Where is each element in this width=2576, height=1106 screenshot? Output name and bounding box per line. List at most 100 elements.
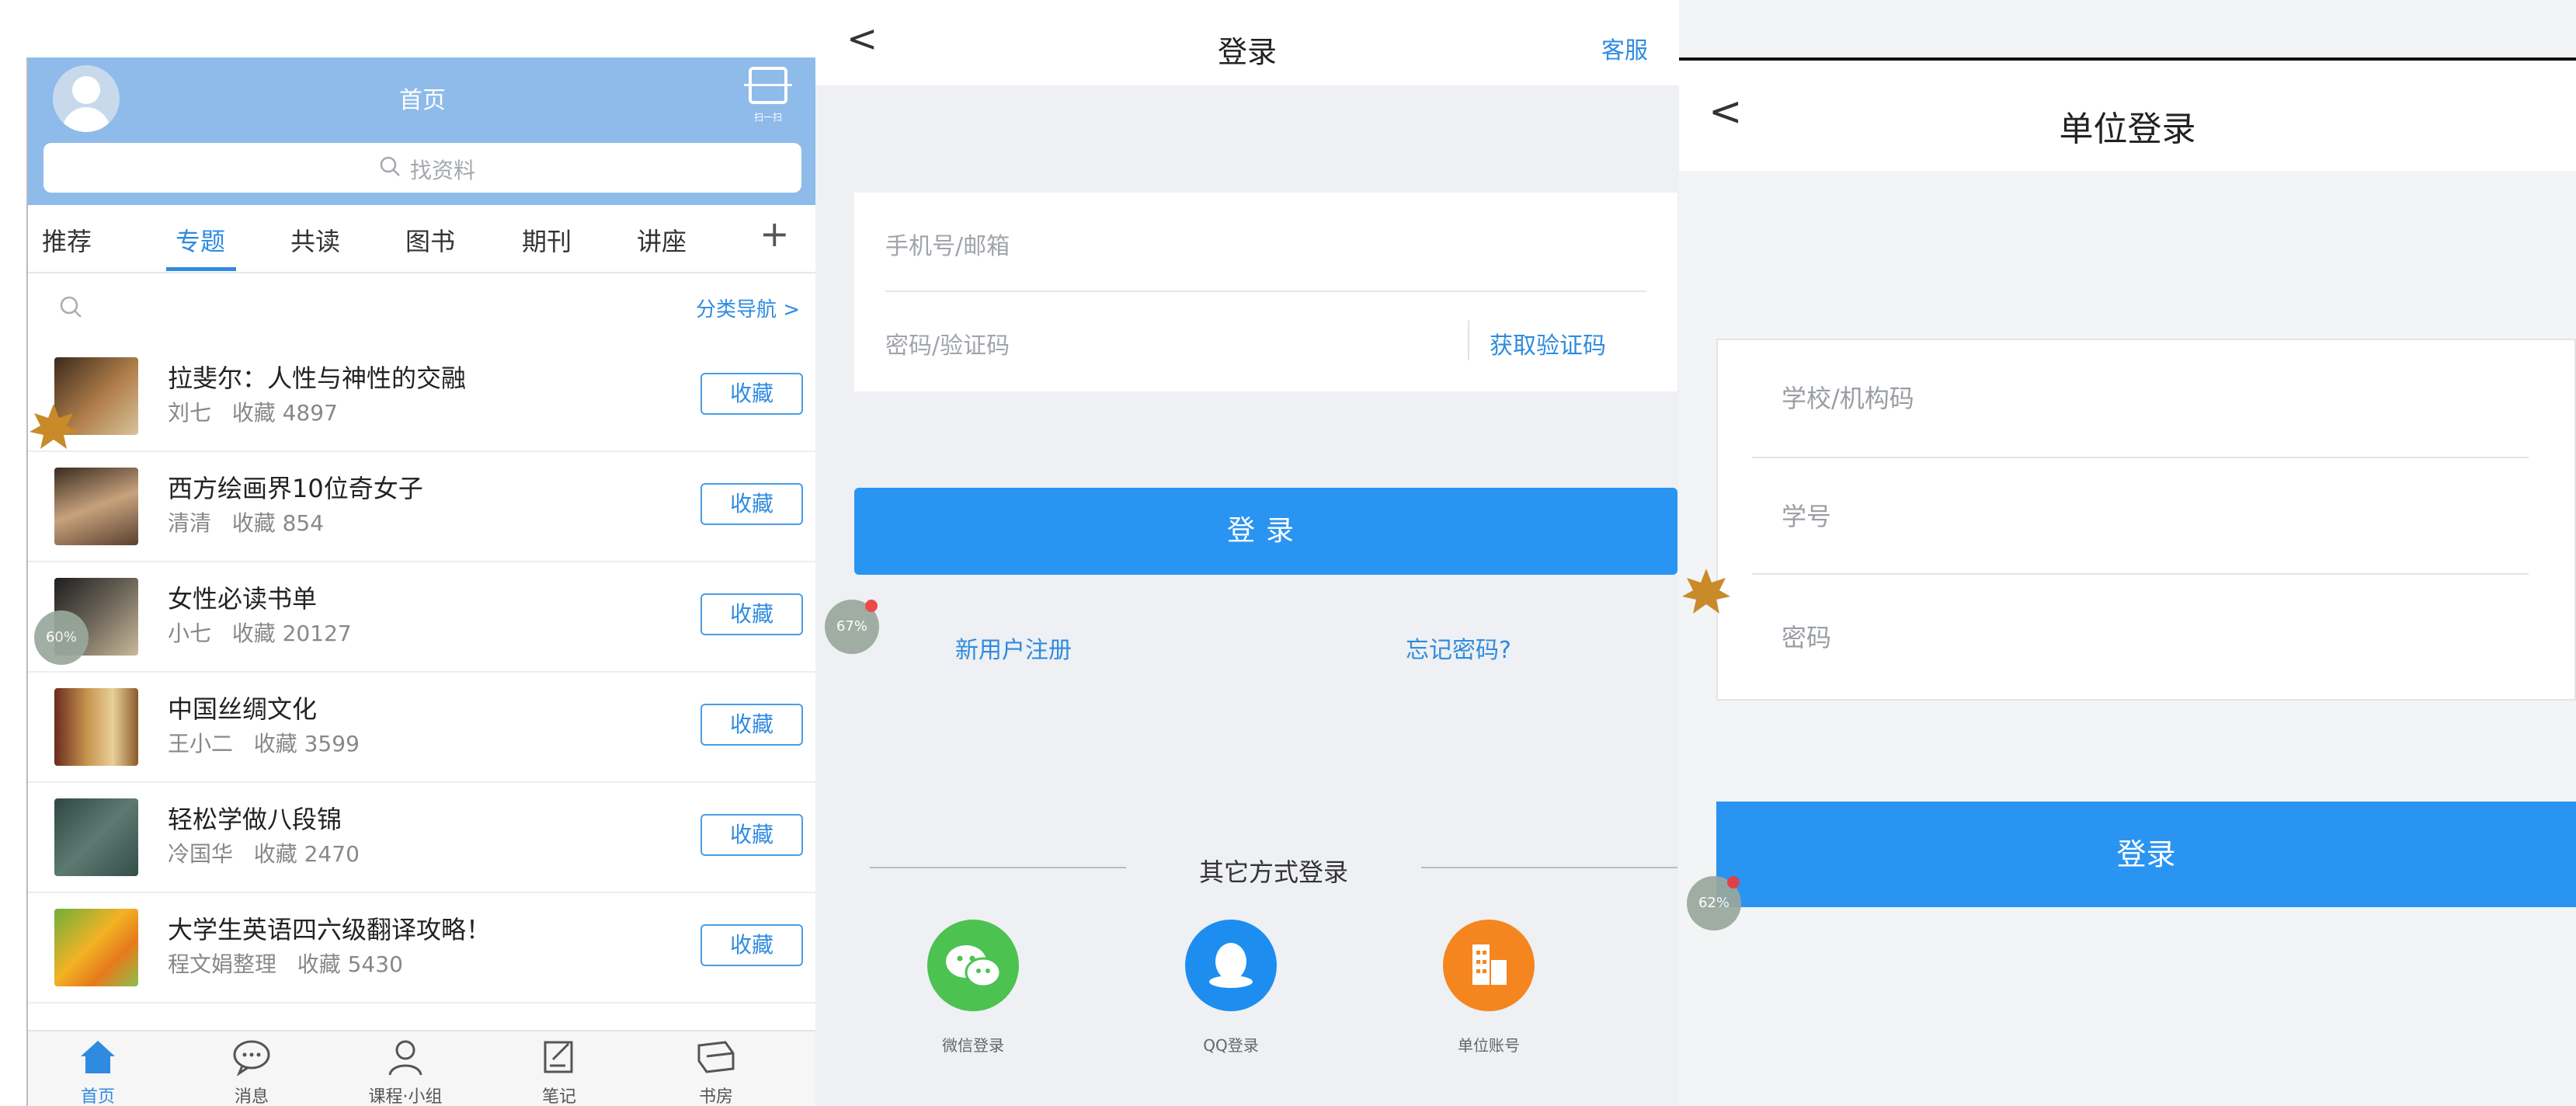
customer-service-link[interactable]: 客服 <box>1601 31 1648 65</box>
favorite-button[interactable]: 收藏 <box>700 593 803 635</box>
progress-bubble[interactable]: 62% <box>1687 876 1741 930</box>
login-button[interactable]: 登录 <box>1716 802 2576 907</box>
list-item[interactable]: 轻松学做八段锦 冷国华 收藏 2470 收藏 <box>28 783 815 893</box>
topic-thumbnail <box>54 688 138 766</box>
bookshelf-icon <box>697 1041 735 1073</box>
favorite-button[interactable]: 收藏 <box>700 483 803 525</box>
nav-notes[interactable]: 笔记 <box>513 1035 606 1106</box>
topic-author: 小七 <box>168 621 212 646</box>
tab-bar: 推荐 专题 共读 图书 期刊 讲座 + <box>28 205 815 273</box>
tab-books[interactable]: 图书 <box>405 222 455 258</box>
topic-title: 大学生英语四六级翻译攻略！ <box>168 915 492 944</box>
nav-study[interactable]: 书房 <box>669 1035 763 1106</box>
unit-login-form: 学校/机构码 学号 密码 <box>1716 339 2576 701</box>
login-screen: < 登录 客服 手机号/邮箱 密码/验证码 获取验证码 登录 新用户注册 忘记密… <box>815 0 1679 1106</box>
favorite-button[interactable]: 收藏 <box>700 704 803 746</box>
maple-leaf-icon <box>30 404 78 449</box>
category-nav-link[interactable]: 分类导航 > <box>696 294 800 322</box>
unit-account-label: 单位账号 <box>1458 1036 1520 1055</box>
group-icon <box>388 1040 422 1076</box>
wechat-login-option[interactable]: 微信登录 <box>907 920 1039 1056</box>
tab-lectures[interactable]: 讲座 <box>637 222 687 258</box>
divider <box>1468 320 1469 360</box>
progress-bubble-text: 62% <box>1698 895 1730 911</box>
page-title: 登录 <box>1217 35 1277 69</box>
divider <box>1752 573 2529 575</box>
progress-bubble[interactable]: 67% <box>825 600 879 654</box>
scan-label: 扫一扫 <box>753 112 782 123</box>
divider <box>885 290 1646 292</box>
favorite-button[interactable]: 收藏 <box>700 373 803 415</box>
home-frame: 首页 扫一扫 找资料 推荐 专题 共读 图书 期刊 讲座 + 分类导航 > 拉斐… <box>26 57 815 1106</box>
nav-study-label: 书房 <box>698 1087 733 1106</box>
page-title: 单位登录 <box>2059 110 2196 149</box>
favorite-button[interactable]: 收藏 <box>700 814 803 856</box>
qq-login-option[interactable]: QQ登录 <box>1165 920 1297 1056</box>
topic-thumbnail <box>54 798 138 876</box>
wechat-login-label: 微信登录 <box>942 1036 1004 1055</box>
topic-author: 程文娟整理 <box>168 951 277 977</box>
list-item[interactable]: 西方绘画界10位奇女子 清清 收藏 854 收藏 <box>28 452 815 562</box>
nav-messages-label: 消息 <box>234 1087 269 1106</box>
search-icon[interactable] <box>59 295 82 318</box>
notification-dot <box>865 600 878 612</box>
phone-email-field[interactable]: 手机号/邮箱 <box>885 227 1010 261</box>
notification-dot <box>1727 876 1740 889</box>
nav-groups[interactable]: 课程·小组 <box>359 1035 452 1106</box>
list-item[interactable]: 大学生英语四六级翻译攻略！ 程文娟整理 收藏 5430 收藏 <box>28 893 815 1003</box>
topic-favorites: 收藏 3599 <box>253 731 360 756</box>
tab-coread[interactable]: 共读 <box>290 222 340 258</box>
topic-favorites: 收藏 2470 <box>253 841 360 867</box>
home-header: 首页 扫一扫 找资料 <box>28 57 815 205</box>
topic-thumbnail <box>54 468 138 545</box>
tab-topics[interactable]: 专题 <box>176 222 225 258</box>
password-field[interactable]: 密码/验证码 <box>885 326 1010 360</box>
topic-author: 冷国华 <box>168 841 234 867</box>
list-item[interactable]: 女性必读书单 小七 收藏 20127 收藏 <box>28 562 815 673</box>
topic-meta: 小七 收藏 20127 <box>168 617 352 648</box>
get-code-button[interactable]: 获取验证码 <box>1490 326 1606 360</box>
wechat-icon <box>927 920 1019 1011</box>
progress-bubble[interactable]: 60% <box>34 610 89 665</box>
qq-icon <box>1185 920 1277 1011</box>
login-nav-bar: < 登录 客服 <box>815 0 1679 85</box>
login-button[interactable]: 登录 <box>854 488 1677 575</box>
nav-groups-label: 课程·小组 <box>368 1087 443 1106</box>
tab-journals[interactable]: 期刊 <box>522 222 572 258</box>
search-icon <box>380 156 400 176</box>
bottom-nav: 首页 消息 课程·小组 笔记 书房 <box>28 1030 815 1106</box>
register-link[interactable]: 新用户注册 <box>955 631 1072 665</box>
topic-favorites: 收藏 20127 <box>231 621 352 646</box>
school-code-field[interactable]: 学校/机构码 <box>1782 379 1914 415</box>
topic-meta: 冷国华 收藏 2470 <box>168 837 360 868</box>
list-item[interactable]: 中国丝绸文化 王小二 收藏 3599 收藏 <box>28 673 815 783</box>
topic-favorites: 收藏 4897 <box>231 400 338 426</box>
topic-meta: 王小二 收藏 3599 <box>168 727 360 758</box>
add-tab-icon[interactable]: + <box>760 216 790 252</box>
unit-account-option[interactable]: 单位账号 <box>1423 920 1555 1056</box>
topic-meta: 程文娟整理 收藏 5430 <box>168 948 403 979</box>
favorite-button[interactable]: 收藏 <box>700 924 803 966</box>
search-placeholder: 找资料 <box>410 158 476 183</box>
other-login-label: 其它方式登录 <box>1198 857 1348 887</box>
topic-meta: 清清 收藏 854 <box>168 506 324 537</box>
topic-favorites: 收藏 854 <box>231 510 325 536</box>
message-icon <box>233 1040 270 1076</box>
tab-recommend[interactable]: 推荐 <box>42 222 92 258</box>
forgot-password-link[interactable]: 忘记密码? <box>1406 631 1511 665</box>
scan-button[interactable]: 扫一扫 <box>742 67 794 129</box>
topic-title: 中国丝绸文化 <box>168 694 318 724</box>
home-icon <box>81 1041 115 1073</box>
nav-home[interactable]: 首页 <box>51 1035 144 1106</box>
search-input[interactable]: 找资料 <box>43 143 801 193</box>
nav-notes-label: 笔记 <box>541 1087 576 1106</box>
student-id-field[interactable]: 学号 <box>1782 497 1831 533</box>
topic-title: 女性必读书单 <box>168 584 318 614</box>
list-item[interactable]: 拉斐尔：人性与神性的交融 刘七 收藏 4897 收藏 <box>28 342 815 452</box>
nav-messages[interactable]: 消息 <box>205 1035 298 1106</box>
active-tab-indicator <box>166 267 236 271</box>
topic-meta: 刘七 收藏 4897 <box>168 396 338 427</box>
password-field[interactable]: 密码 <box>1782 618 1831 654</box>
unit-login-nav-bar: < 单位登录 <box>1679 61 2576 171</box>
topic-favorites: 收藏 5430 <box>297 951 403 977</box>
